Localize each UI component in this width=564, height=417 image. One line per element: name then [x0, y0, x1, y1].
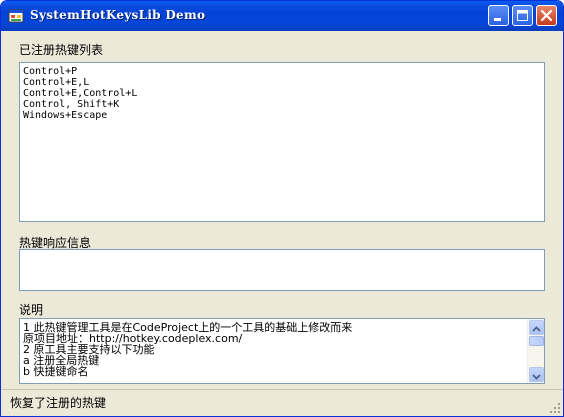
scroll-up-icon — [532, 326, 541, 332]
hotkeys-list[interactable]: Control+P Control+E,L Control+E,Control+… — [19, 62, 545, 222]
list-item[interactable]: Control+E,Control+L — [23, 88, 544, 99]
hotkeys-label: 已注册热键列表 — [19, 43, 104, 57]
title-bar[interactable]: SystemHotKeysLib Demo — [1, 1, 563, 31]
notes-line: a 注册全局热键 — [23, 354, 100, 367]
notes-textbox[interactable]: 1 此热键管理工具是在CodeProject上的一个工具的基础上修改而来 原项目… — [19, 318, 545, 384]
list-item[interactable]: Control+E,L — [23, 77, 544, 88]
notes-line: b 快捷键命名 — [23, 365, 89, 378]
scroll-down-button[interactable] — [529, 367, 544, 382]
response-output[interactable] — [19, 249, 545, 291]
close-icon — [540, 9, 553, 22]
scroll-down-icon — [532, 374, 541, 380]
notes-label: 说明 — [19, 303, 44, 317]
status-text: 恢复了注册的热键 — [10, 396, 107, 410]
notes-scrollbar[interactable] — [527, 319, 544, 383]
maximize-icon — [517, 10, 528, 21]
maximize-button[interactable] — [512, 5, 533, 26]
list-item[interactable]: Control+P — [23, 66, 544, 77]
list-item[interactable]: Control, Shift+K — [23, 99, 544, 110]
list-item[interactable]: Windows+Escape — [23, 110, 544, 121]
minimize-button[interactable] — [488, 5, 509, 26]
main-window: SystemHotKeysLib Demo 已注册热键列表 Control+P … — [0, 0, 564, 417]
close-button[interactable] — [536, 5, 557, 26]
window-title: SystemHotKeysLib Demo — [30, 8, 206, 22]
app-icon[interactable] — [8, 8, 24, 24]
scroll-thumb[interactable] — [529, 336, 544, 346]
scroll-up-button[interactable] — [529, 320, 544, 335]
resize-grip-icon[interactable] — [549, 402, 561, 414]
minimize-icon — [494, 18, 501, 21]
status-bar: 恢复了注册的热键 — [1, 389, 563, 416]
